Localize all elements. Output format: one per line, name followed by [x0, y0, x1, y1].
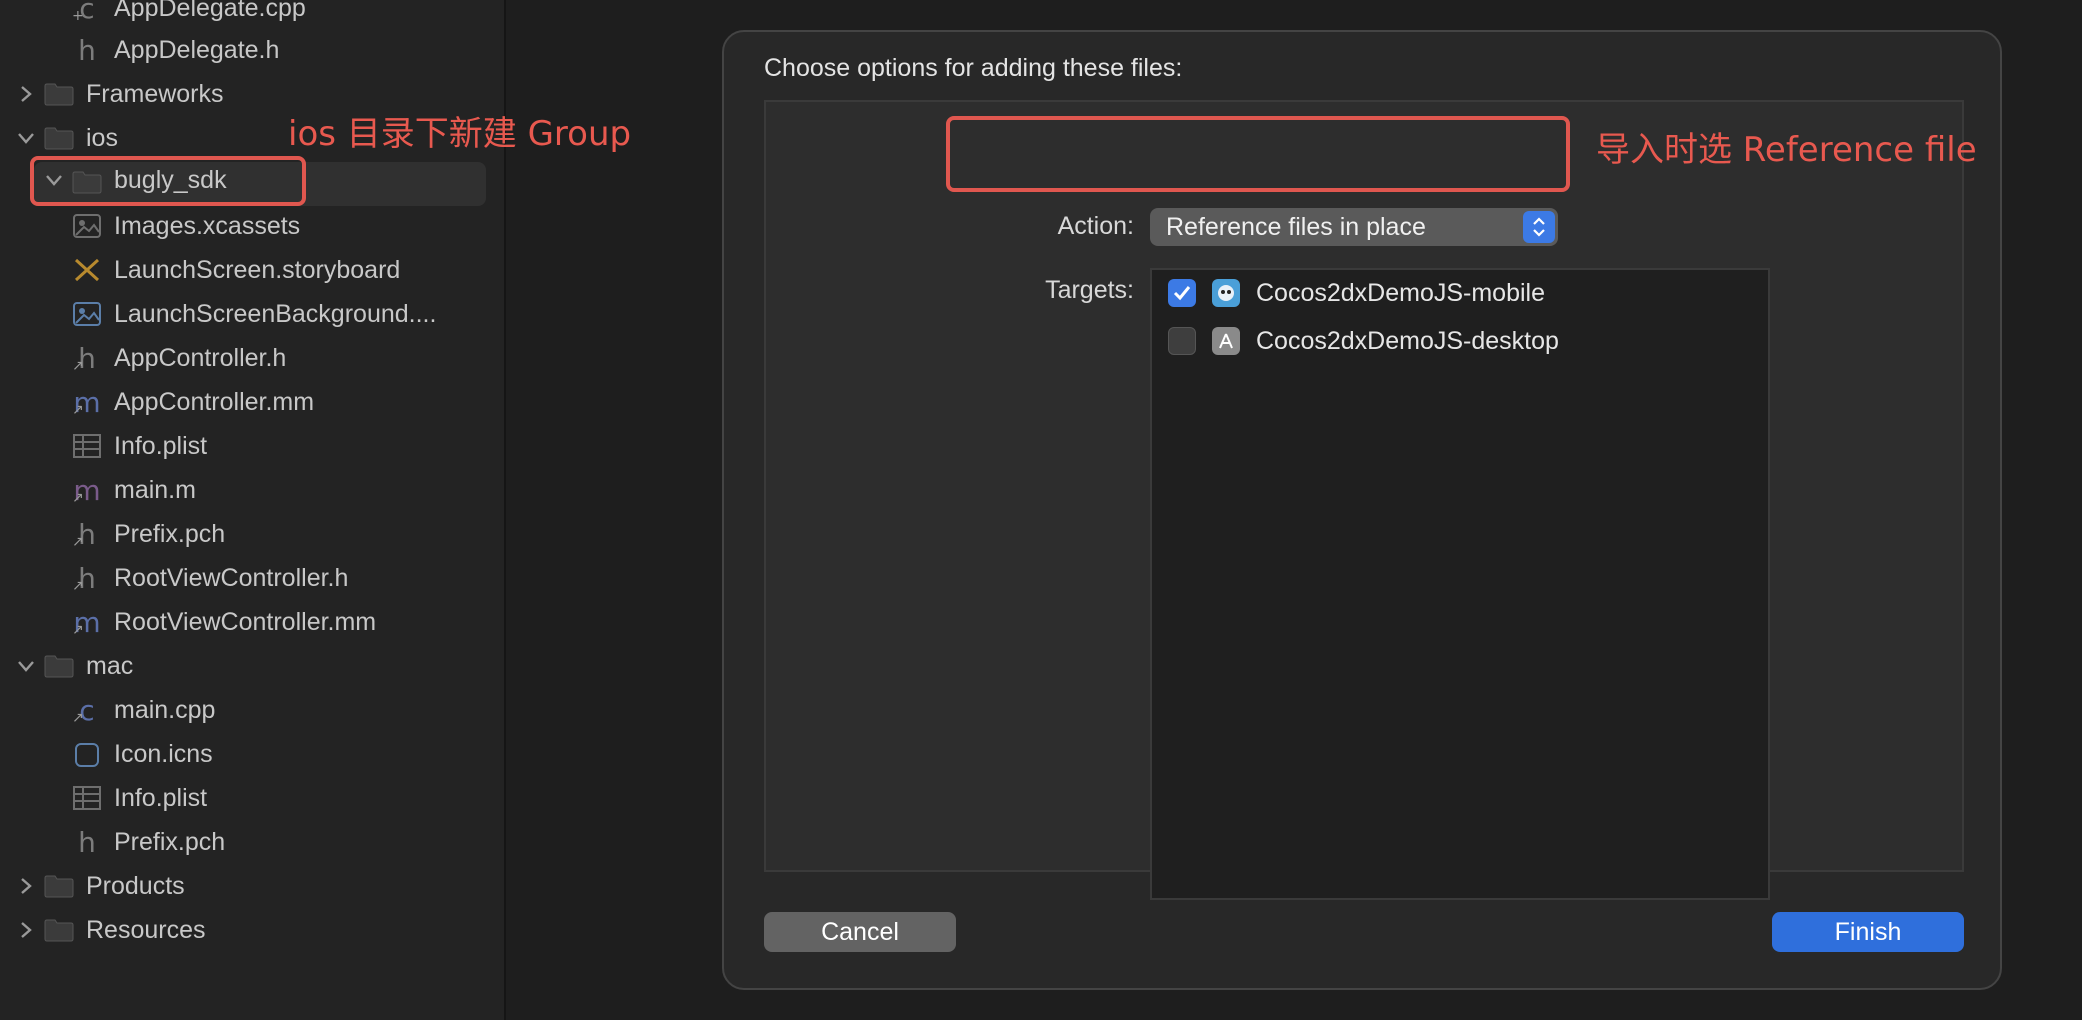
file-row-main-cpp[interactable]: c ↗ main.cpp — [0, 690, 500, 730]
objcpp-file-icon: m ↗ — [72, 605, 101, 639]
target-row-desktop[interactable]: Cocos2dxDemoJS-desktop — [1168, 324, 1559, 358]
chevron-down-icon[interactable] — [14, 654, 38, 678]
action-label: Action: — [1057, 212, 1134, 240]
screen: c + AppDelegate.cpp h AppDelegate.h Frame… — [0, 0, 2082, 1020]
cancel-button[interactable]: Cancel — [764, 912, 956, 952]
group-row-resources[interactable]: Resources — [0, 910, 500, 950]
file-row-appdelegate-cpp[interactable]: c + AppDelegate.cpp — [0, 0, 500, 28]
file-label: LaunchScreenBackground.... — [114, 299, 437, 328]
action-select-value: Reference files in place — [1166, 212, 1426, 241]
file-row-appdelegate-h[interactable]: h AppDelegate.h — [0, 30, 500, 70]
file-row-prefix-pch-mac[interactable]: h Prefix.pch — [0, 822, 500, 862]
file-label: RootViewController.h — [114, 563, 349, 592]
file-label: LaunchScreen.storyboard — [114, 255, 401, 284]
chevron-right-icon[interactable] — [14, 82, 38, 106]
file-row-info-plist-mac[interactable]: Info.plist — [0, 778, 500, 818]
file-row-rootviewcontroller-h[interactable]: h ↗ RootViewController.h — [0, 558, 500, 598]
group-row-mac[interactable]: mac — [0, 646, 500, 686]
group-label: Frameworks — [86, 79, 224, 108]
storyboard-icon — [74, 258, 100, 282]
file-label: AppDelegate.h — [114, 35, 280, 64]
header-file-icon: h ↗ — [72, 561, 96, 595]
ios-app-target-icon — [1212, 279, 1240, 307]
folder-icon — [44, 919, 74, 942]
up-down-chevron-icon[interactable] — [1523, 211, 1555, 243]
file-label: main.cpp — [114, 695, 216, 724]
chevron-down-icon[interactable] — [42, 168, 66, 192]
chevron-right-icon[interactable] — [14, 918, 38, 942]
file-row-appcontroller-mm[interactable]: m ↗ AppController.mm — [0, 382, 500, 422]
cpp-file-icon: c ↗ — [72, 693, 95, 727]
file-label: Prefix.pch — [114, 827, 226, 856]
targets-label: Targets: — [1045, 276, 1134, 304]
target-row-mobile[interactable]: Cocos2dxDemoJS-mobile — [1168, 276, 1545, 310]
image-file-icon — [73, 302, 101, 326]
group-label: ios — [86, 123, 118, 152]
header-file-icon: h ↗ — [72, 517, 96, 551]
checkmark-icon — [1173, 286, 1191, 301]
folder-icon — [72, 171, 102, 194]
file-label: RootViewController.mm — [114, 607, 377, 636]
file-label: AppDelegate.cpp — [114, 0, 306, 22]
file-label: Icon.icns — [114, 739, 213, 768]
finish-button[interactable]: Finish — [1772, 912, 1964, 952]
targets-list: Cocos2dxDemoJS-mobile Cocos2dxDemoJS-des… — [1150, 268, 1770, 900]
header-file-icon: h — [78, 33, 96, 67]
file-label: Prefix.pch — [114, 519, 226, 548]
file-row-prefix-pch[interactable]: h ↗ Prefix.pch — [0, 514, 500, 554]
folder-icon — [44, 655, 74, 678]
file-row-main-m[interactable]: m ↗ main.m — [0, 470, 500, 510]
action-select[interactable]: Reference files in place — [1150, 208, 1558, 246]
group-label: mac — [86, 651, 134, 680]
annotation-action-note: 导入时选 Reference file — [1596, 130, 1977, 170]
file-label: Info.plist — [114, 783, 208, 812]
chevron-right-icon[interactable] — [14, 874, 38, 898]
target-name: Cocos2dxDemoJS-desktop — [1256, 326, 1559, 355]
file-label: Images.xcassets — [114, 211, 301, 240]
plist-file-icon — [73, 434, 101, 458]
target-name: Cocos2dxDemoJS-mobile — [1256, 278, 1546, 307]
target-checkbox-mobile[interactable] — [1168, 279, 1196, 307]
file-row-rootviewcontroller-mm[interactable]: m ↗ RootViewController.mm — [0, 602, 500, 642]
group-label: bugly_sdk — [114, 165, 227, 194]
dialog-title: Choose options for adding these files: — [764, 54, 1183, 82]
file-row-launchscreen-background[interactable]: LaunchScreenBackground.... — [0, 294, 500, 334]
objc-file-icon: m ↗ — [72, 473, 101, 507]
file-label: Info.plist — [114, 431, 208, 460]
folder-icon — [44, 83, 74, 106]
file-row-icon-icns[interactable]: Icon.icns — [0, 734, 500, 774]
file-row-appcontroller-h[interactable]: h ↗ AppController.h — [0, 338, 500, 378]
file-label: AppController.h — [114, 343, 287, 372]
macos-app-target-icon — [1212, 327, 1240, 355]
chevron-down-icon[interactable] — [14, 126, 38, 150]
header-file-icon: h — [78, 825, 96, 859]
file-row-info-plist[interactable]: Info.plist — [0, 426, 500, 466]
group-label: Products — [86, 871, 185, 900]
file-label: AppController.mm — [114, 387, 315, 416]
annotation-highlight-action — [946, 116, 1570, 192]
icns-file-icon — [75, 743, 99, 767]
group-label: Resources — [86, 915, 206, 944]
plist-file-icon — [73, 786, 101, 810]
options-panel: Action: Reference files in place Targets… — [764, 100, 1964, 900]
file-row-launchscreen-storyboard[interactable]: LaunchScreen.storyboard — [0, 250, 500, 290]
file-row-images-xcassets[interactable]: Images.xcassets — [0, 206, 500, 246]
objcpp-file-icon: m ↗ — [72, 385, 101, 419]
asset-catalog-icon — [73, 214, 101, 238]
cpp-file-icon: c + — [72, 0, 95, 25]
header-file-icon: h ↗ — [72, 341, 96, 375]
folder-icon — [44, 875, 74, 898]
annotation-group-note: ios 目录下新建 Group — [288, 114, 632, 154]
file-label: main.m — [114, 475, 196, 504]
group-row-products[interactable]: Products — [0, 866, 500, 906]
target-checkbox-desktop[interactable] — [1168, 327, 1196, 355]
folder-icon — [44, 127, 74, 150]
